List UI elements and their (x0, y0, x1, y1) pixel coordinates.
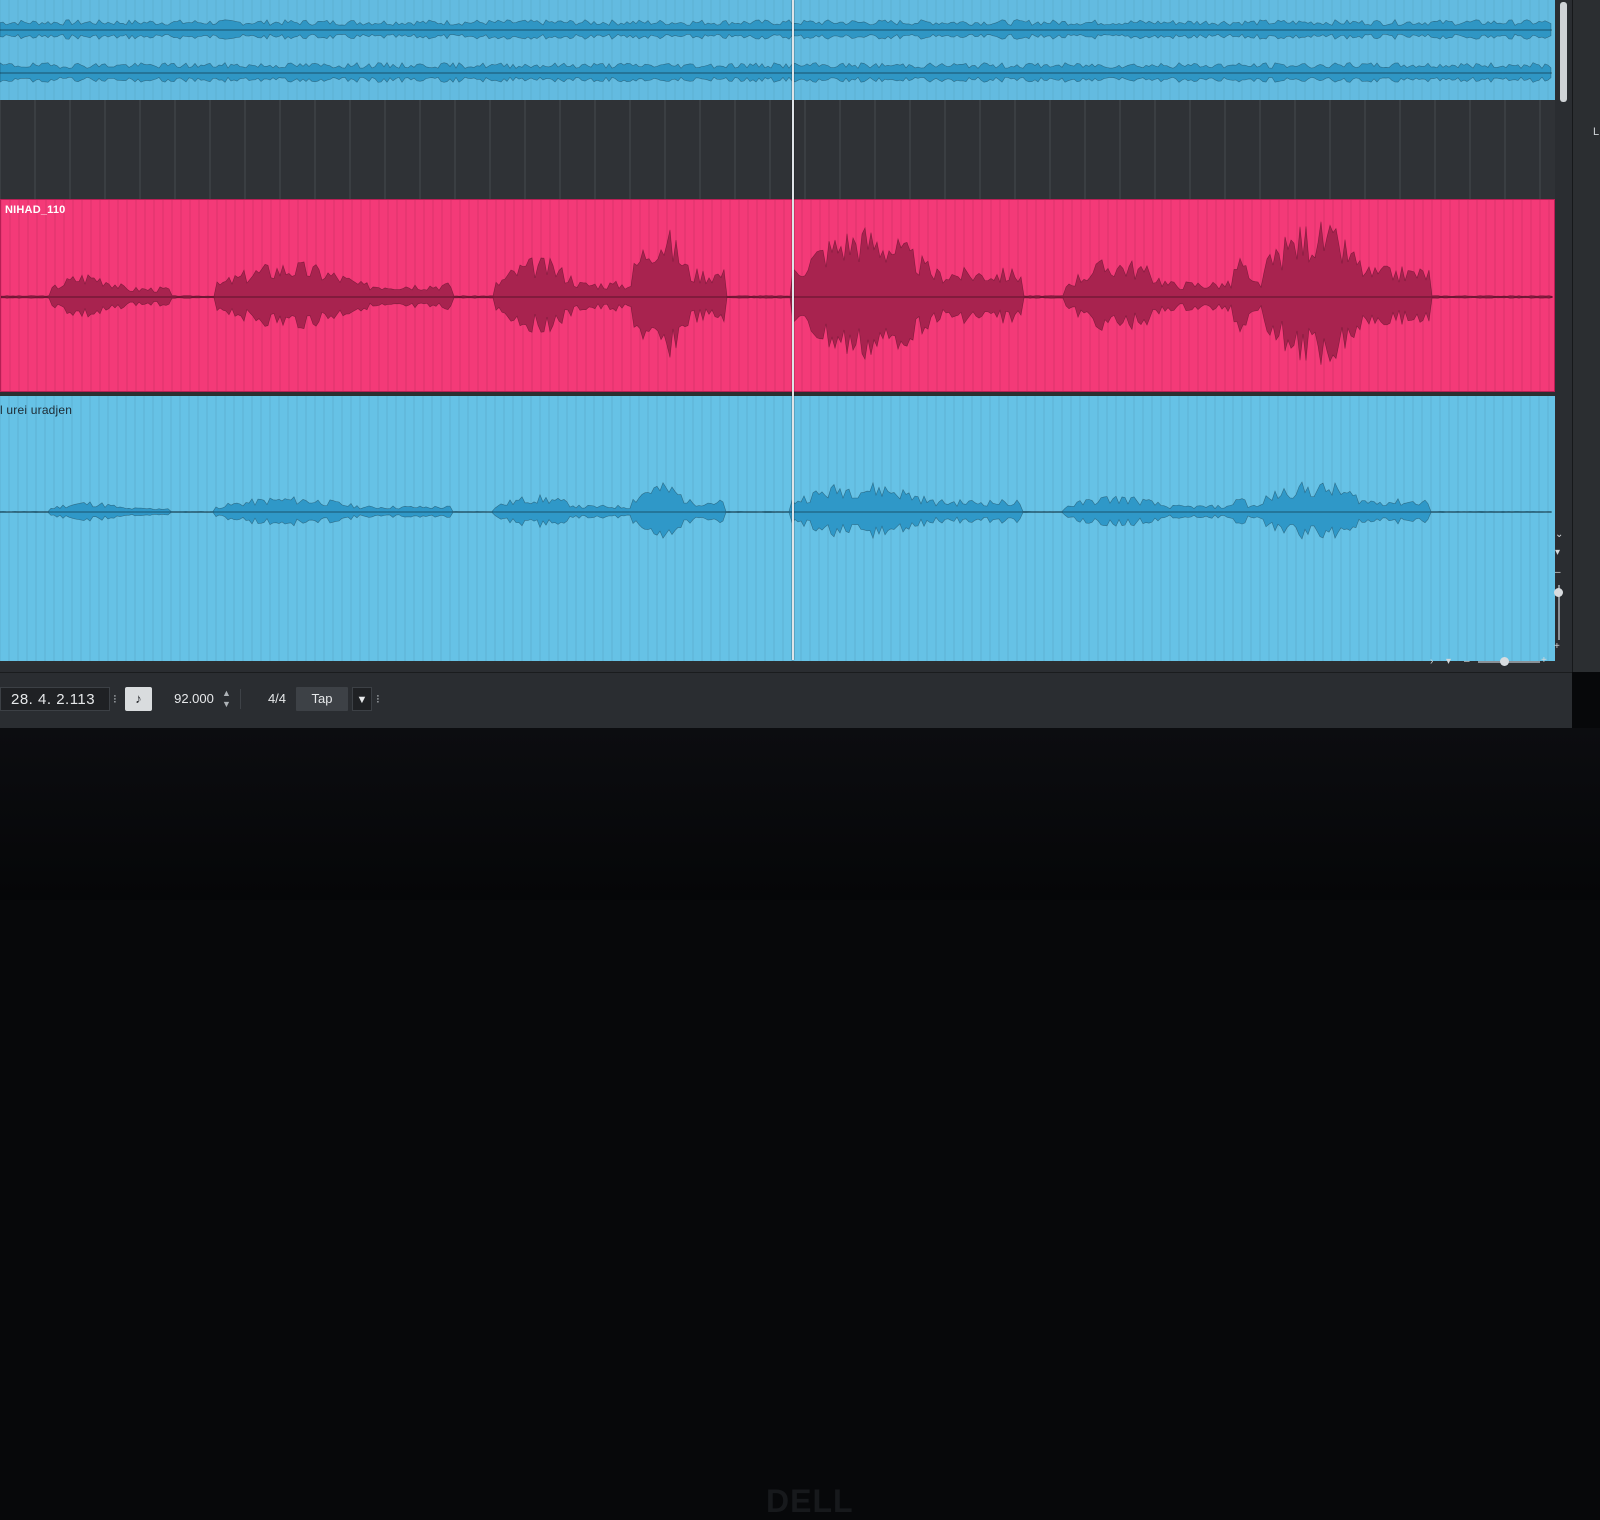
plus-icon[interactable]: + (1554, 642, 1560, 652)
grid-lines (0, 100, 1541, 199)
arrange-view[interactable]: NIHAD_110 l urei uradjen (0, 0, 1555, 665)
chevron-right-icon[interactable]: › (1430, 657, 1433, 667)
horizontal-zoom-slider[interactable] (1478, 661, 1540, 663)
monitor-bezel: DELL (0, 728, 1600, 1519)
dropdown-arrow-icon[interactable]: ▾ (1446, 657, 1451, 667)
metronome-note-icon: ♪ (135, 691, 142, 706)
waveform-nihad (1, 200, 1553, 391)
drag-handle-icon[interactable]: ⁝ (113, 687, 117, 711)
scroll-down-arrow-icon[interactable]: ▾ (1555, 548, 1560, 558)
audio-clip-bottom[interactable]: l urei uradjen (0, 396, 1555, 661)
tap-tempo-button[interactable]: Tap (296, 687, 348, 711)
audio-clip-nihad[interactable]: NIHAD_110 (0, 199, 1555, 392)
plus-icon[interactable]: + (1541, 656, 1547, 666)
transport-bar: 28. 4. 2.113 ⁝ ♪ 92.000 ▲ ▼ 4/4 Tap ▼ ⁝ (0, 672, 1572, 728)
tap-dropdown-button[interactable]: ▼ (352, 687, 372, 711)
right-panel-edge: L (1572, 0, 1600, 672)
minus-icon[interactable]: – (1555, 568, 1561, 578)
vertical-scrollbar-thumb[interactable] (1560, 2, 1567, 102)
chevron-down-icon[interactable]: ⌄ (1555, 530, 1563, 540)
drag-handle-icon[interactable]: ⁝ (376, 687, 380, 711)
horizontal-zoom-knob[interactable] (1500, 657, 1509, 666)
minus-icon[interactable]: – (1464, 657, 1470, 667)
tempo-stepper-icon[interactable]: ▲ ▼ (222, 688, 231, 712)
clip-name-label: NIHAD_110 (5, 204, 66, 216)
dell-logo: DELL (766, 1483, 854, 1519)
time-signature-field[interactable]: 4/4 (252, 687, 302, 711)
position-display[interactable]: 28. 4. 2.113 (0, 687, 110, 711)
clip-name-label: l urei uradjen (0, 403, 73, 417)
panel-letter: L (1593, 126, 1600, 138)
playhead-cursor[interactable] (792, 0, 794, 660)
divider (240, 689, 241, 709)
audio-clip-top[interactable] (0, 0, 1555, 100)
vertical-zoom-knob[interactable] (1554, 588, 1563, 597)
empty-track-lane[interactable] (0, 100, 1555, 199)
metronome-button[interactable]: ♪ (125, 687, 152, 711)
waveform-top (0, 0, 1552, 100)
waveform-bottom (0, 396, 1552, 661)
daw-window: NIHAD_110 l urei uradjen ⌄ ▾ – + › ▾ – +… (0, 0, 1572, 728)
